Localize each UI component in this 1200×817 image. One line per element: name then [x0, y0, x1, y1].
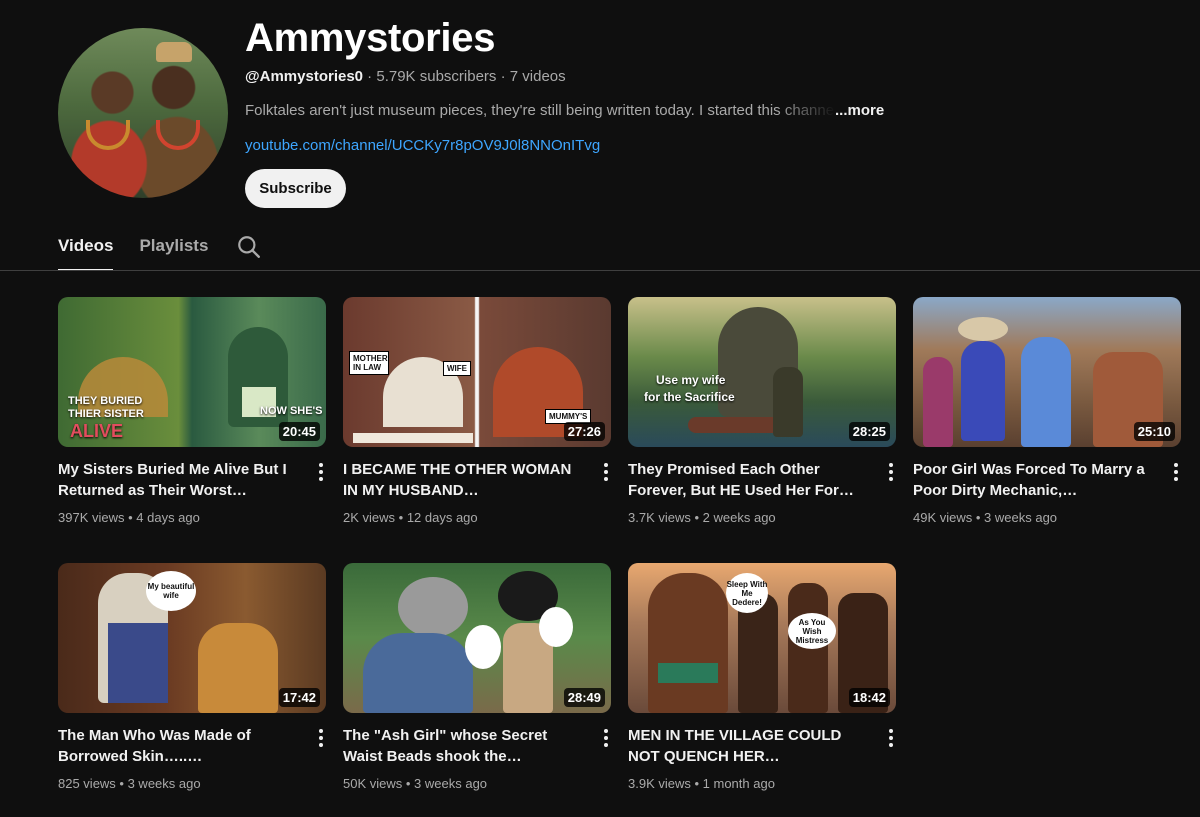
video-card[interactable]: Use my wife for the Sacrifice 28:25 They… [628, 297, 896, 537]
video-card[interactable]: 25:10 Poor Girl Was Forced To Marry a Po… [913, 297, 1181, 537]
video-thumbnail[interactable]: THEY BURIED THIER SISTER ALIVE NOW SHE'S… [58, 297, 326, 447]
more-options-icon[interactable] [314, 461, 328, 483]
thumb-speech-bubble [539, 607, 573, 647]
view-count: 397K views [58, 510, 125, 525]
channel-name: Ammystories [245, 16, 496, 60]
channel-handle: @Ammystories0 [245, 68, 364, 85]
view-count: 50K views [343, 776, 403, 791]
upload-age: 1 month ago [702, 776, 775, 791]
view-count: 3.9K views [628, 776, 691, 791]
channel-avatar[interactable] [58, 28, 228, 198]
video-card[interactable]: THEY BURIED THIER SISTER ALIVE NOW SHE'S… [58, 297, 326, 537]
view-count: 3.7K views [628, 510, 691, 525]
video-title[interactable]: MEN IN THE VILLAGE COULD NOT QUENCH HER… [628, 725, 868, 767]
subscribe-button[interactable]: Subscribe [245, 169, 346, 208]
thumb-speech-bubble: My beautiful wife [146, 571, 196, 611]
video-meta: 3.9K views • 1 month ago [628, 776, 775, 791]
video-title[interactable]: They Promised Each Other Forever, But HE… [628, 459, 868, 501]
video-thumbnail[interactable]: MOTHER IN LAW WIFE MUMMY'S 27:26 [343, 297, 611, 447]
video-meta: 825 views • 3 weeks ago [58, 776, 201, 791]
video-duration: 28:25 [848, 422, 890, 441]
thumb-speech-bubble [465, 625, 501, 669]
video-title[interactable]: The "Ash Girl" whose Secret Waist Beads … [343, 725, 583, 767]
video-meta: 49K views • 3 weeks ago [913, 510, 1058, 525]
video-thumbnail[interactable]: 28:49 [343, 563, 611, 713]
description-text: Folktales aren't just museum pieces, the… [245, 102, 835, 119]
video-card[interactable]: MOTHER IN LAW WIFE MUMMY'S 27:26 I BECAM… [343, 297, 611, 537]
view-count: 825 views [58, 776, 116, 791]
channel-description[interactable]: Folktales aren't just museum pieces, the… [245, 102, 895, 119]
thumb-speech-bubble: Sleep With Me Dedere! [726, 573, 768, 613]
thumb-caption: THIER SISTER [68, 408, 144, 420]
thumb-caption: WIFE [443, 361, 471, 376]
video-thumbnail[interactable]: Sleep With Me Dedere! As You Wish Mistre… [628, 563, 896, 713]
view-count: 2K views [343, 510, 396, 525]
upload-age: 3 weeks ago [127, 776, 201, 791]
video-duration: 17:42 [278, 688, 320, 707]
video-meta: 50K views • 3 weeks ago [343, 776, 488, 791]
tabs-divider [0, 270, 1200, 271]
video-duration: 25:10 [1133, 422, 1175, 441]
more-options-icon[interactable] [599, 461, 613, 483]
video-title[interactable]: My Sisters Buried Me Alive But I Returne… [58, 459, 298, 501]
video-card[interactable]: 28:49 The "Ash Girl" whose Secret Waist … [343, 563, 611, 803]
upload-age: 2 weeks ago [702, 510, 776, 525]
channel-link[interactable]: youtube.com/channel/UCCKy7r8pOV9J0l8NNOn… [245, 137, 600, 154]
upload-age: 12 days ago [406, 510, 478, 525]
thumb-caption: for the Sacrifice [644, 390, 735, 404]
thumb-caption: NOW SHE'S [260, 405, 323, 417]
view-count: 49K views [913, 510, 973, 525]
video-card[interactable]: My beautiful wife 17:42 The Man Who Was … [58, 563, 326, 803]
video-duration: 18:42 [848, 688, 890, 707]
subscriber-count: 5.79K subscribers [376, 68, 497, 85]
thumb-caption: THEY BURIED [68, 395, 143, 407]
thumb-caption: MOTHER IN LAW [349, 351, 389, 375]
video-meta: 397K views • 4 days ago [58, 510, 200, 525]
channel-meta: @Ammystories0 · 5.79K subscribers · 7 vi… [245, 68, 566, 85]
more-options-icon[interactable] [1169, 461, 1183, 483]
tab-videos[interactable]: Videos [58, 226, 114, 271]
more-link[interactable]: ...more [835, 102, 884, 119]
video-meta: 2K views • 12 days ago [343, 510, 478, 525]
more-options-icon[interactable] [314, 727, 328, 749]
video-thumbnail[interactable]: My beautiful wife 17:42 [58, 563, 326, 713]
meta-separator: · [496, 68, 510, 85]
video-title[interactable]: I BECAME THE OTHER WOMAN IN MY HUSBAND… [343, 459, 583, 501]
video-thumbnail[interactable]: 25:10 [913, 297, 1181, 447]
upload-age: 4 days ago [136, 510, 200, 525]
video-title[interactable]: Poor Girl Was Forced To Marry a Poor Dir… [913, 459, 1153, 501]
video-duration: 20:45 [278, 422, 320, 441]
video-card[interactable]: Sleep With Me Dedere! As You Wish Mistre… [628, 563, 896, 803]
video-title[interactable]: The Man Who Was Made of Borrowed Skin…..… [58, 725, 298, 767]
more-options-icon[interactable] [884, 727, 898, 749]
more-options-icon[interactable] [599, 727, 613, 749]
video-thumbnail[interactable]: Use my wife for the Sacrifice 28:25 [628, 297, 896, 447]
tab-playlists[interactable]: Playlists [139, 226, 208, 271]
video-meta: 3.7K views • 2 weeks ago [628, 510, 776, 525]
video-count: 7 videos [509, 68, 566, 85]
thumb-speech-bubble: As You Wish Mistress [788, 613, 836, 649]
thumb-caption: Use my wife [656, 373, 726, 387]
search-icon[interactable] [236, 234, 262, 260]
upload-age: 3 weeks ago [414, 776, 488, 791]
more-options-icon[interactable] [884, 461, 898, 483]
channel-tabs: Videos Playlists [58, 226, 260, 271]
upload-age: 3 weeks ago [984, 510, 1058, 525]
video-duration: 28:49 [563, 688, 605, 707]
thumb-caption: ALIVE [70, 421, 124, 441]
meta-separator: · [363, 68, 377, 85]
video-duration: 27:26 [563, 422, 605, 441]
